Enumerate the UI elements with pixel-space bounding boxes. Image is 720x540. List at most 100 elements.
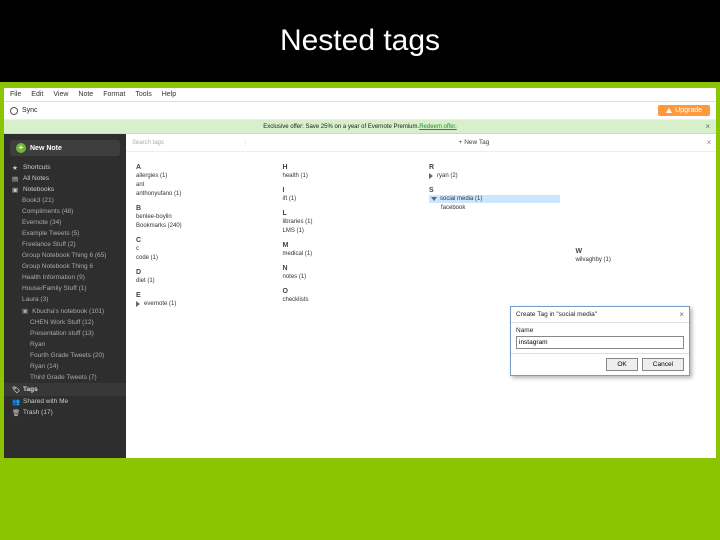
tag-item[interactable]: checklists xyxy=(283,296,414,304)
alpha-col-2: H health (1) I ift (1) L libraries (1) L… xyxy=(283,158,414,308)
note-icon: ▤ xyxy=(12,175,19,182)
letter-b: B xyxy=(136,205,267,212)
sidebar-shared[interactable]: 👥 Shared with Me xyxy=(4,396,126,407)
sidebar-tags[interactable]: 🏷 Tags xyxy=(4,383,126,396)
chevron-right-icon xyxy=(136,301,140,307)
letter-s: S xyxy=(429,187,560,194)
letter-i: I xyxy=(283,187,414,194)
tag-item-child[interactable]: facebook xyxy=(429,204,560,212)
notebook-child[interactable]: Presentation stuff (13) xyxy=(4,328,126,339)
menu-view[interactable]: View xyxy=(53,91,68,98)
plus-icon: + xyxy=(16,143,26,153)
notebook-item[interactable]: Group Notebook Thing 6 (65) xyxy=(4,250,126,261)
tag-item-socialmedia[interactable]: social media (1) xyxy=(429,195,560,203)
tag-item[interactable]: allergies (1) xyxy=(136,172,267,180)
banner-link[interactable]: Redeem offer. xyxy=(419,124,457,130)
tag-item[interactable]: notes (1) xyxy=(283,273,414,281)
menu-format[interactable]: Format xyxy=(103,91,125,98)
close-icon[interactable]: × xyxy=(679,310,684,319)
menu-note[interactable]: Note xyxy=(78,91,93,98)
tag-item[interactable]: medical (1) xyxy=(283,250,414,258)
notebook-stack[interactable]: ▣ Kbucha's notebook (101) xyxy=(4,305,126,317)
letter-o: O xyxy=(283,288,414,295)
tag-item[interactable]: c xyxy=(136,245,267,253)
menu-edit[interactable]: Edit xyxy=(31,91,43,98)
tag-item[interactable]: LMS (1) xyxy=(283,227,414,235)
menu-help[interactable]: Help xyxy=(162,91,176,98)
notebook-item[interactable]: Health Information (9) xyxy=(4,272,126,283)
notebook-item[interactable]: Group Notebook Thing 6 xyxy=(4,261,126,272)
notebook-item[interactable]: House/Family Stuff (1) xyxy=(4,283,126,294)
sidebar-all-notes[interactable]: ▤ All Notes xyxy=(4,173,126,184)
shortcuts-label: Shortcuts xyxy=(23,164,50,171)
new-note-label: New Note xyxy=(30,145,62,152)
search-tags-input[interactable]: Search tags xyxy=(126,140,246,146)
notebook-item[interactable]: Freelance Stuff (2) xyxy=(4,239,126,250)
trash-label: Trash (17) xyxy=(23,409,53,416)
tag-item[interactable]: ant xyxy=(136,181,267,189)
sync-label: Sync xyxy=(22,107,38,114)
notebook-child[interactable]: CHEN Work Stuff (12) xyxy=(4,317,126,328)
letter-h: H xyxy=(283,164,414,171)
evernote-window: File Edit View Note Format Tools Help Sy… xyxy=(4,88,716,458)
tag-listing: Search tags + New Tag × A allergies (1) … xyxy=(126,134,716,458)
shared-label: Shared with Me xyxy=(23,398,68,405)
notebook-item[interactable]: Laura (3) xyxy=(4,294,126,305)
tag-item[interactable]: libraries (1) xyxy=(283,218,414,226)
alpha-col-1: A allergies (1) ant anthonyufano (1) B b… xyxy=(136,158,267,308)
notebook-item[interactable]: Example Tweets (5) xyxy=(4,228,126,239)
dialog-title: Create Tag in "social media" xyxy=(516,311,597,318)
tag-item[interactable]: health (1) xyxy=(283,172,414,180)
slide-title-bar: Nested tags xyxy=(0,0,720,82)
notebook-child[interactable]: Ryan (14) xyxy=(4,361,126,372)
new-tag-button[interactable]: + New Tag xyxy=(246,139,702,146)
sidebar-shortcuts[interactable]: ★ Shortcuts xyxy=(4,162,126,173)
tag-toolbar: Search tags + New Tag × xyxy=(126,134,716,152)
tag-item[interactable]: diet (1) xyxy=(136,277,267,285)
trash-icon: 🗑 xyxy=(12,409,19,416)
banner-close-icon[interactable]: × xyxy=(705,122,710,131)
menu-tools[interactable]: Tools xyxy=(135,91,151,98)
tag-panel-close-icon[interactable]: × xyxy=(702,138,716,147)
tag-item[interactable]: evernote (1) xyxy=(136,300,267,308)
tag-item[interactable]: ryan (2) xyxy=(429,172,560,180)
letter-c: C xyxy=(136,237,267,244)
sync-button[interactable]: Sync xyxy=(10,107,38,115)
tag-item[interactable]: anthonyufano (1) xyxy=(136,190,267,198)
create-tag-dialog: Create Tag in "social media" × Name OK C… xyxy=(510,306,690,376)
notebook-item[interactable]: Book3 (21) xyxy=(4,195,126,206)
menu-file[interactable]: File xyxy=(10,91,21,98)
tag-item[interactable]: Bookmarks (240) xyxy=(136,222,267,230)
sidebar-trash[interactable]: 🗑 Trash (17) xyxy=(4,407,126,418)
people-icon: 👥 xyxy=(12,398,19,405)
menu-bar: File Edit View Note Format Tools Help xyxy=(4,88,716,102)
letter-r: R xyxy=(429,164,560,171)
notebook-child[interactable]: Third Grade Tweets (7) xyxy=(4,372,126,383)
upgrade-label: Upgrade xyxy=(675,107,702,114)
ok-button[interactable]: OK xyxy=(606,358,637,371)
tag-item[interactable]: ift (1) xyxy=(283,195,414,203)
tag-item[interactable]: wilvaghby (1) xyxy=(576,256,707,264)
dialog-name-label: Name xyxy=(516,327,684,334)
chevron-down-icon xyxy=(431,197,437,201)
alpha-col-3: R ryan (2) S social media (1) facebook xyxy=(429,158,560,308)
notebook-child[interactable]: Ryan xyxy=(4,339,126,350)
upgrade-button[interactable]: Upgrade xyxy=(658,105,710,116)
notebook-child[interactable]: Fourth Grade Tweets (20) xyxy=(4,350,126,361)
slide-title: Nested tags xyxy=(0,0,720,82)
letter-d: D xyxy=(136,269,267,276)
sync-icon xyxy=(10,107,18,115)
notebook-item[interactable]: Compliments (48) xyxy=(4,206,126,217)
tag-name-input[interactable] xyxy=(516,336,684,349)
new-note-button[interactable]: + New Note xyxy=(10,140,120,156)
tag-item[interactable]: benlee-boylin xyxy=(136,213,267,221)
sidebar-notebooks[interactable]: ▣ Notebooks xyxy=(4,184,126,195)
tag-item[interactable]: code (1) xyxy=(136,254,267,262)
tags-label: Tags xyxy=(23,386,38,393)
letter-m: M xyxy=(283,242,414,249)
letter-e: E xyxy=(136,292,267,299)
cancel-button[interactable]: Cancel xyxy=(642,358,684,371)
notebooks-label: Notebooks xyxy=(23,186,54,193)
letter-w: W xyxy=(576,248,707,255)
notebook-item[interactable]: Evernote (34) xyxy=(4,217,126,228)
